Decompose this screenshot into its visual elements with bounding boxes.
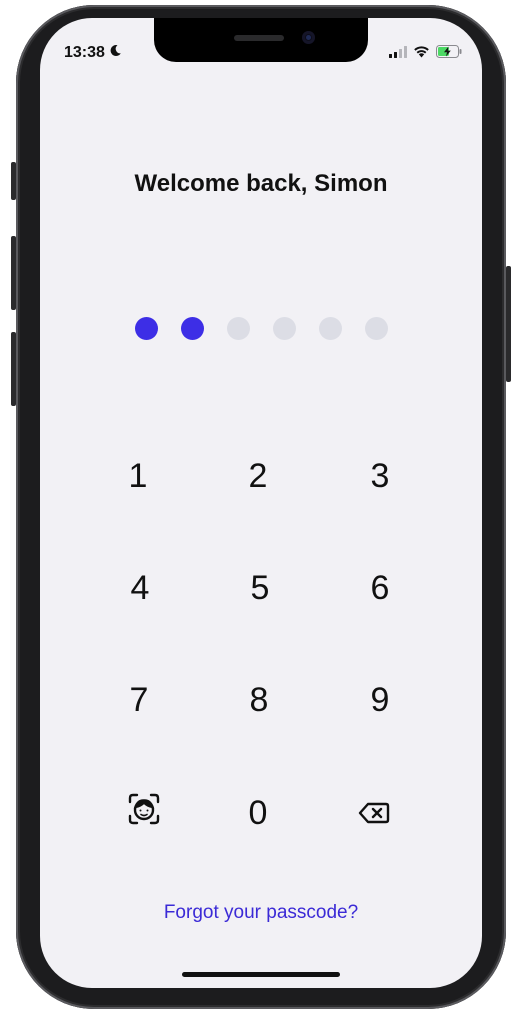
key-2[interactable]: 2 <box>208 436 308 516</box>
signal-icon <box>389 45 407 63</box>
passcode-dot-filled <box>135 317 158 340</box>
backspace-icon <box>358 794 390 833</box>
moon-icon <box>109 44 122 62</box>
key-3[interactable]: 3 <box>330 436 430 516</box>
passcode-dots <box>135 317 388 340</box>
key-9[interactable]: 9 <box>330 660 430 740</box>
power-button <box>506 266 511 382</box>
home-indicator[interactable] <box>182 972 340 977</box>
silent-switch <box>11 162 16 200</box>
face-id-button[interactable] <box>94 773 194 853</box>
key-1[interactable]: 1 <box>88 436 188 516</box>
notch <box>154 18 368 62</box>
key-4[interactable]: 4 <box>90 548 190 628</box>
passcode-dot-empty <box>227 317 250 340</box>
key-5[interactable]: 5 <box>210 548 310 628</box>
delete-button[interactable] <box>324 773 424 853</box>
key-8[interactable]: 8 <box>209 660 309 740</box>
volume-down-button <box>11 332 16 406</box>
key-0[interactable]: 0 <box>208 773 308 853</box>
front-camera <box>302 31 315 44</box>
time-label: 13:38 <box>64 44 105 61</box>
face-id-icon <box>128 793 160 834</box>
key-7[interactable]: 7 <box>89 660 189 740</box>
passcode-dot-empty <box>319 317 342 340</box>
wifi-icon <box>413 45 430 63</box>
forgot-passcode-link[interactable]: Forgot your passcode? <box>40 902 482 924</box>
welcome-title: Welcome back, Simon <box>134 170 388 197</box>
status-time: 13:38 <box>64 44 122 62</box>
phone-screen: 13:38 Welcome back, Simon 1 2 3 4 5 6 7 … <box>40 18 482 988</box>
status-indicators <box>389 45 462 63</box>
battery-charging-icon <box>436 45 462 63</box>
volume-up-button <box>11 236 16 310</box>
passcode-dot-filled <box>181 317 204 340</box>
passcode-dot-empty <box>273 317 296 340</box>
key-6[interactable]: 6 <box>330 548 430 628</box>
passcode-dot-empty <box>365 317 388 340</box>
speaker-grille <box>234 35 284 41</box>
